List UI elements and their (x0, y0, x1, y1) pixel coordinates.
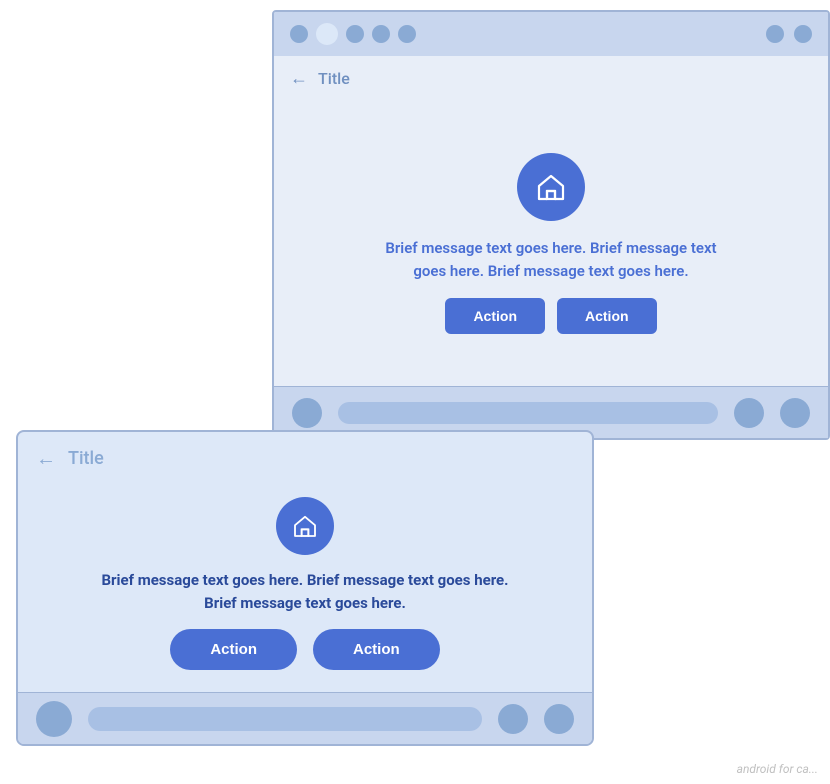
brief-message-front: Brief message text goes here. Brief mess… (95, 569, 515, 616)
action-button-2-back[interactable]: Action (557, 298, 657, 334)
front-screen: ← Title Brief message text goes here. Br… (16, 430, 594, 746)
status-dot-r2 (794, 25, 812, 43)
status-dot-5 (398, 25, 416, 43)
nav-dot-back-2 (734, 398, 764, 428)
status-dot-r1 (766, 25, 784, 43)
app-bar-back: ← Title (274, 56, 828, 101)
home-icon-back (517, 153, 585, 221)
brief-message-back: Brief message text goes here. Brief mess… (371, 237, 731, 282)
content-area-front: Brief message text goes here. Brief mess… (18, 485, 592, 692)
nav-dot-front-3 (544, 704, 574, 734)
back-arrow-icon-back[interactable]: ← (290, 68, 308, 89)
nav-dot-back-3 (780, 398, 810, 428)
status-dot-4 (372, 25, 390, 43)
app-bar-title-front: Title (68, 448, 104, 469)
action-buttons-back: Action Action (445, 298, 656, 334)
nav-dot-front-1 (36, 701, 72, 737)
action-button-1-front[interactable]: Action (170, 629, 297, 670)
nav-dot-back-1 (292, 398, 322, 428)
bottom-nav-front (18, 692, 592, 744)
content-area-back: Brief message text goes here. Brief mess… (274, 101, 828, 386)
status-dot-3 (346, 25, 364, 43)
nav-pill-back (338, 402, 718, 424)
nav-pill-front (88, 707, 482, 731)
watermark: android for ca... (737, 762, 818, 776)
back-screen: ← Title Brief message text goes here. Br… (272, 10, 830, 440)
status-right-icons (766, 25, 812, 43)
action-button-1-back[interactable]: Action (445, 298, 545, 334)
app-bar-title-back: Title (318, 69, 350, 88)
action-buttons-front: Action Action (170, 629, 439, 670)
home-icon-front (276, 497, 334, 555)
back-arrow-icon-front[interactable]: ← (36, 446, 56, 471)
app-bar-front: ← Title (18, 432, 592, 485)
nav-dot-front-2 (498, 704, 528, 734)
action-button-2-front[interactable]: Action (313, 629, 440, 670)
status-dot-1 (290, 25, 308, 43)
status-dot-2 (316, 23, 338, 45)
status-left-icons (290, 23, 416, 45)
status-bar-back (274, 12, 828, 56)
